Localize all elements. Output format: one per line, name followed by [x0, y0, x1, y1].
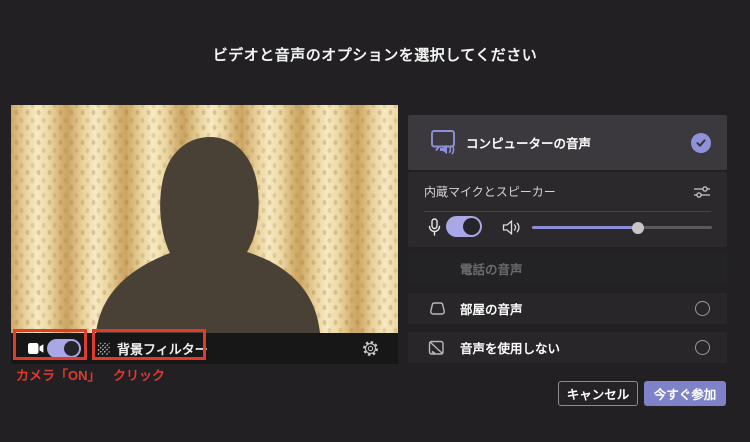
- no-audio-label: 音声を使用しない: [460, 342, 561, 356]
- selected-check-icon: [691, 132, 711, 153]
- prejoin-dialog: ビデオと音声のオプションを選択してください 背景フィルター カメラ「ON」 クリ…: [0, 0, 750, 442]
- room-audio-icon: [428, 301, 447, 316]
- join-now-button[interactable]: 今すぐ参加: [644, 381, 726, 406]
- computer-audio-icon: [430, 129, 458, 156]
- computer-audio-label: コンピューターの音声: [466, 137, 592, 151]
- speaker-icon: [502, 219, 522, 236]
- option-no-audio[interactable]: 音声を使用しない: [408, 332, 727, 363]
- page-title: ビデオと音声のオプションを選択してください: [212, 47, 538, 64]
- room-audio-radio[interactable]: [695, 300, 710, 316]
- microphone-icon: [428, 218, 441, 237]
- video-preview-curtain-background: [11, 105, 398, 333]
- device-name-label: 内蔵マイクとスピーカー: [424, 185, 556, 199]
- phone-audio-label: 電話の音声: [460, 262, 523, 277]
- annotation-box-camera-toggle: [13, 329, 87, 360]
- microphone-toggle-knob: [463, 218, 480, 235]
- no-audio-radio[interactable]: [695, 339, 710, 355]
- annotation-click-label: クリック: [113, 368, 166, 383]
- device-settings-section: 内蔵マイクとスピーカー: [408, 172, 727, 247]
- settings-gear-icon[interactable]: [362, 340, 379, 357]
- option-computer-audio[interactable]: コンピューターの音声: [408, 115, 727, 170]
- volume-slider[interactable]: [532, 221, 712, 234]
- annotation-box-background-filter: [92, 329, 206, 360]
- no-audio-icon: [428, 340, 445, 356]
- volume-slider-fill: [532, 221, 645, 234]
- microphone-toggle[interactable]: [446, 216, 482, 237]
- device-settings-sliders-icon[interactable]: [693, 185, 711, 199]
- person-silhouette: [96, 137, 320, 333]
- option-room-audio[interactable]: 部屋の音声: [408, 293, 727, 324]
- room-audio-label: 部屋の音声: [460, 303, 523, 317]
- section-divider: [424, 211, 711, 212]
- option-phone-audio: 電話の音声: [408, 252, 727, 284]
- video-preview: 背景フィルター: [11, 105, 398, 364]
- annotation-camera-on-label: カメラ「ON」: [16, 368, 101, 383]
- cancel-button[interactable]: キャンセル: [558, 381, 638, 406]
- volume-slider-knob[interactable]: [632, 221, 645, 234]
